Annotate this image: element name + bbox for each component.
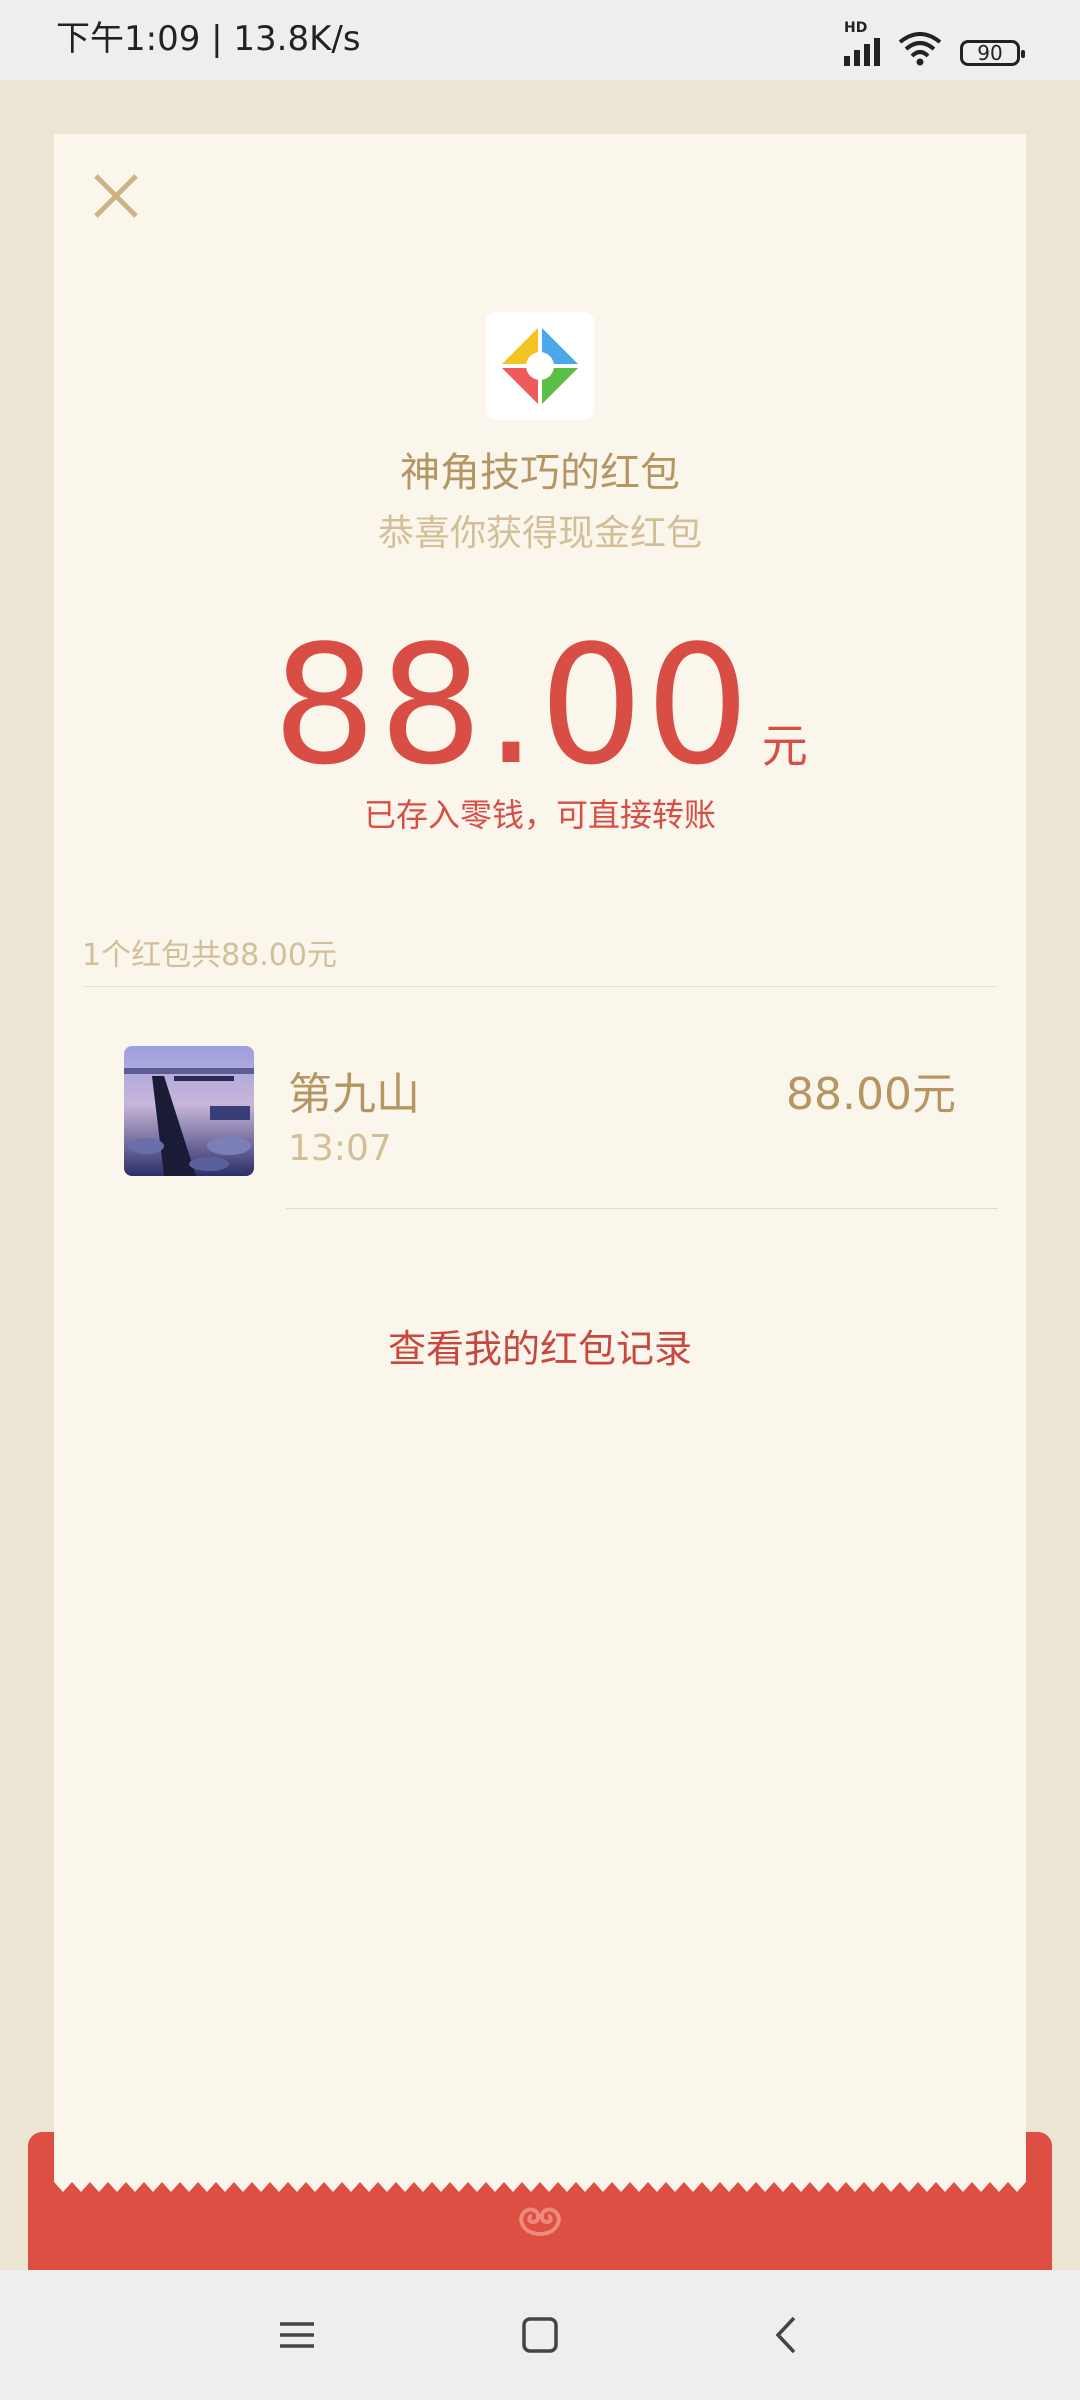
- avatar[interactable]: [124, 1046, 254, 1176]
- status-bar: 下午1:09 | 13.8K/s HD 90: [0, 0, 1080, 80]
- hd-label: HD: [844, 20, 868, 36]
- packet-subtitle: 恭喜你获得现金红包: [377, 513, 702, 554]
- record-name: 第九山: [288, 1069, 420, 1120]
- card-zigzag-edge: [54, 2172, 1026, 2192]
- app-logo-icon: [486, 312, 594, 420]
- deposit-note: 已存入零钱，可直接转账: [363, 796, 716, 834]
- view-history-link[interactable]: 查看我的红包记录: [0, 1318, 1080, 1373]
- divider: [82, 986, 998, 987]
- amount-unit: 元: [761, 719, 808, 773]
- signal-icon: HD: [844, 20, 880, 66]
- amount-display: 88.00 元: [0, 610, 1080, 801]
- menu-icon[interactable]: [274, 2312, 320, 2358]
- packet-summary: 1个红包共88.00元: [82, 938, 337, 973]
- status-icons: HD 90: [844, 20, 1025, 66]
- home-icon[interactable]: [517, 2312, 563, 2358]
- nav-bar: [0, 2270, 1080, 2400]
- sender-title: 神角技巧的红包: [400, 450, 680, 496]
- battery-level: 90: [977, 41, 1003, 65]
- back-icon[interactable]: [764, 2312, 810, 2358]
- envelope-knot-icon: [519, 2207, 561, 2236]
- record-amount: 88.00元: [786, 1069, 956, 1120]
- battery-icon: 90: [960, 40, 1025, 66]
- status-time: 下午1:09 | 13.8K/s: [56, 19, 361, 59]
- list-item[interactable]: 第九山 13:07 88.00元: [82, 1000, 998, 1210]
- divider: [286, 1208, 998, 1209]
- record-time: 13:07: [288, 1128, 392, 1169]
- close-icon[interactable]: [88, 168, 144, 224]
- wifi-icon: [898, 32, 942, 66]
- amount-value: 88.00: [272, 610, 752, 801]
